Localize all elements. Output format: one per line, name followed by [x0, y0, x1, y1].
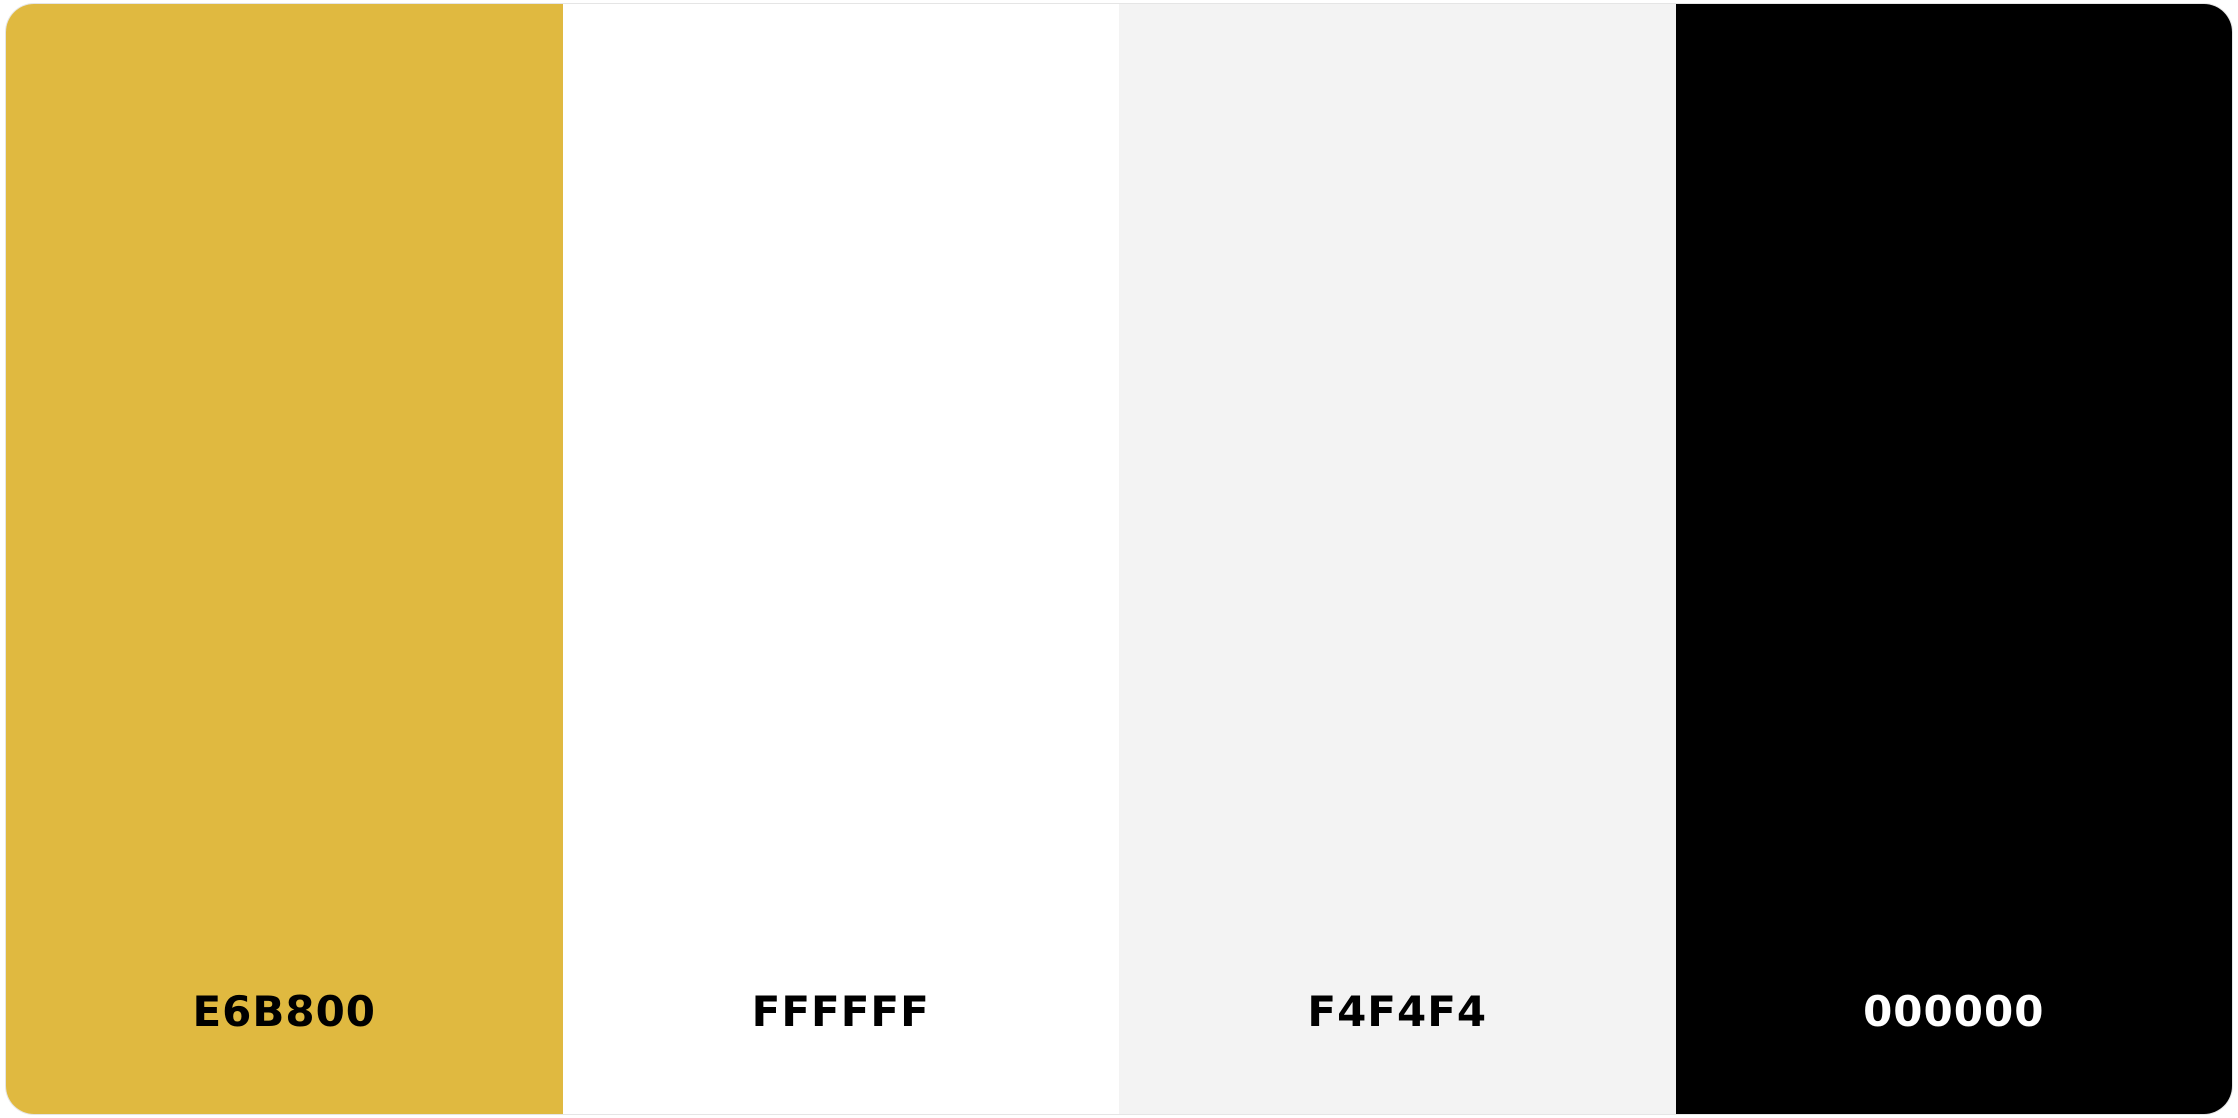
swatch-hex-code[interactable]: 000000: [1676, 984, 2233, 1040]
swatch-e6b800[interactable]: E6B800: [6, 4, 563, 1114]
swatch-000000[interactable]: 000000: [1675, 4, 2233, 1114]
swatch-hex-code[interactable]: FFFFFF: [563, 984, 1120, 1040]
swatch-hex-code[interactable]: E6B800: [6, 984, 563, 1040]
color-palette: E6B800 FFFFFF F4F4F4 000000: [6, 4, 2232, 1114]
swatch-f4f4f4[interactable]: F4F4F4: [1119, 4, 1676, 1114]
swatch-ffffff[interactable]: FFFFFF: [562, 4, 1120, 1114]
swatch-hex-code[interactable]: F4F4F4: [1119, 984, 1676, 1040]
